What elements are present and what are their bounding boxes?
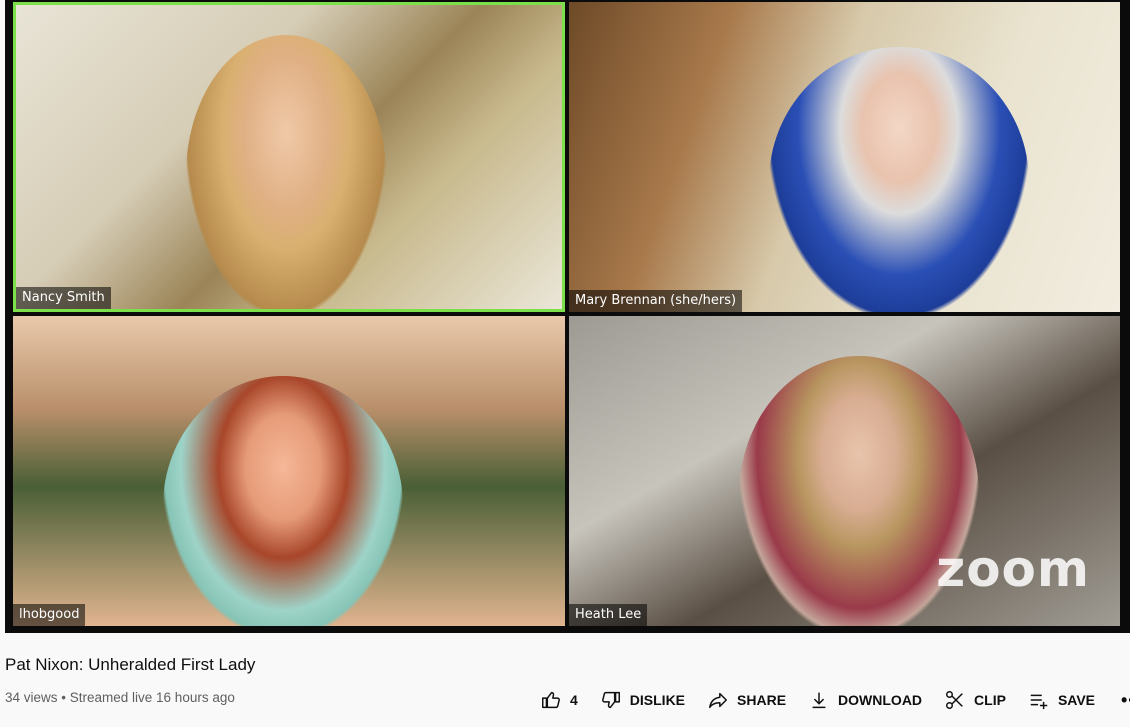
dislike-button[interactable]: DISLIKE [600,689,685,711]
video-player[interactable]: Nancy Smith Mary Brennan (she/hers) lhob… [5,0,1130,633]
scissors-icon [944,689,966,711]
clip-label: CLIP [974,692,1006,708]
participant-video [769,47,1029,312]
playlist-add-icon [1028,689,1050,711]
save-label: SAVE [1057,692,1096,708]
download-button[interactable]: DOWNLOAD [808,689,922,711]
participant-video [163,376,403,626]
video-title: Pat Nixon: Unheralded First Lady [5,655,256,674]
share-label: SHARE [737,692,787,708]
participant-tile-4: zoom Heath Lee [569,316,1120,626]
thumbs-down-icon [600,689,622,711]
participant-tile-1: Nancy Smith [13,2,565,312]
save-button[interactable]: SAVE [1028,689,1095,711]
action-bar: 4 DISLIKE SHARE DOWNLOAD CLIP SAVE ••• [540,686,1130,714]
participant-name: Nancy Smith [16,287,111,309]
like-button[interactable]: 4 [540,689,578,711]
clip-button[interactable]: CLIP [944,689,1006,711]
participant-name: lhobgood [13,604,86,626]
share-button[interactable]: SHARE [707,689,786,711]
download-label: DOWNLOAD [838,692,923,708]
download-icon [808,689,830,711]
like-count: 4 [570,692,578,708]
video-meta: 34 views • Streamed live 16 hours ago [5,690,235,705]
thumbs-up-icon [540,689,562,711]
participant-tile-3: lhobgood [13,316,565,626]
dislike-label: DISLIKE [629,692,686,708]
participant-tile-2: Mary Brennan (she/hers) [569,2,1120,312]
participant-name: Heath Lee [569,604,648,626]
more-actions-button[interactable]: ••• [1121,690,1130,711]
share-icon [707,689,729,711]
zoom-watermark: zoom [936,540,1090,598]
participant-video [186,35,386,309]
participant-name: Mary Brennan (she/hers) [569,290,743,312]
